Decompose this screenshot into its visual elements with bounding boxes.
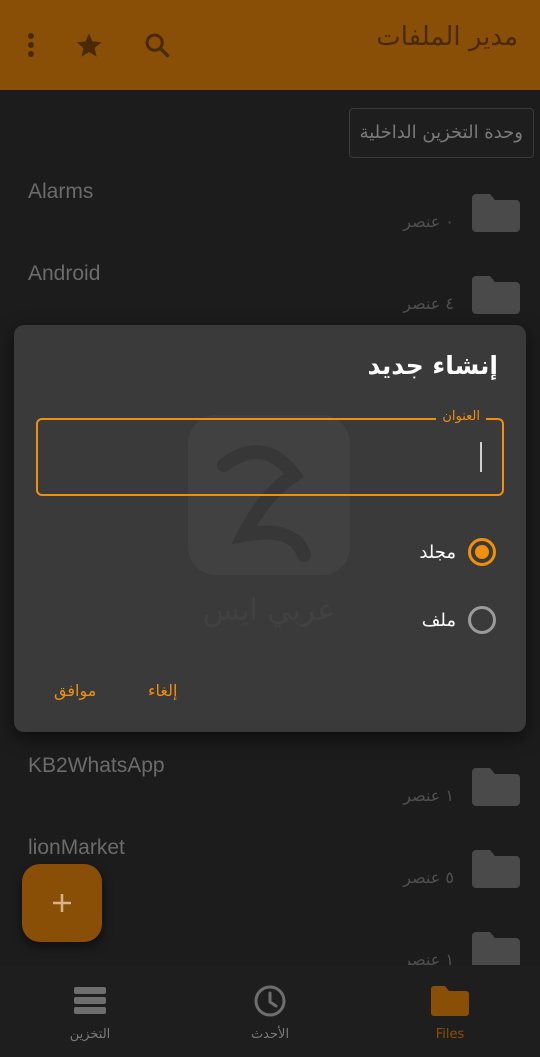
create-new-dialog: عربي ايس إنشاء جديد العنوان مجلد ملف موا… bbox=[14, 325, 526, 732]
radio-option-file[interactable]: ملف bbox=[422, 603, 496, 637]
cancel-button[interactable]: إلغاء bbox=[148, 681, 177, 700]
nav-label-files: Files bbox=[435, 1027, 465, 1042]
nav-item-storage[interactable]: التخزين bbox=[0, 965, 180, 1057]
folder-icon bbox=[472, 768, 520, 806]
list-item[interactable]: KB2WhatsApp ١ عنصر bbox=[0, 754, 540, 836]
app-title: مدير الملفات bbox=[376, 22, 518, 52]
breadcrumb[interactable]: وحدة التخزين الداخلية bbox=[348, 108, 534, 158]
search-icon[interactable] bbox=[140, 28, 174, 62]
item-count: ٠ عنصر bbox=[403, 212, 454, 231]
file-name: Android bbox=[28, 262, 101, 285]
bottom-navigation: التخزين الأحدث Files bbox=[0, 965, 540, 1057]
list-item[interactable]: Alarms ٠ عنصر bbox=[0, 180, 540, 262]
nav-item-files[interactable]: Files bbox=[360, 965, 540, 1057]
item-count: ٤ عنصر bbox=[403, 294, 454, 313]
more-vert-icon[interactable] bbox=[14, 28, 48, 62]
item-count: ١ عنصر bbox=[403, 786, 454, 805]
file-name: lionMarket bbox=[28, 836, 125, 859]
ok-button[interactable]: موافق bbox=[54, 681, 96, 700]
nav-item-recent[interactable]: الأحدث bbox=[180, 965, 360, 1057]
add-fab-button[interactable] bbox=[22, 864, 102, 942]
star-icon[interactable] bbox=[72, 28, 106, 62]
radio-option-folder[interactable]: مجلد bbox=[419, 535, 496, 569]
nav-label-storage: التخزين bbox=[69, 1027, 111, 1042]
folder-icon bbox=[472, 850, 520, 888]
file-name: KB2WhatsApp bbox=[28, 754, 165, 777]
radio-button-selected[interactable] bbox=[468, 538, 496, 566]
svg-text:عربي ايس: عربي ايس bbox=[203, 593, 335, 628]
plus-icon bbox=[53, 894, 71, 912]
file-name: Alarms bbox=[28, 180, 94, 203]
item-count: ٥ عنصر bbox=[403, 868, 454, 887]
text-caret bbox=[480, 442, 482, 472]
title-input-label: العنوان bbox=[436, 409, 486, 424]
clock-icon bbox=[250, 983, 290, 1019]
radio-label-folder: مجلد bbox=[419, 541, 456, 563]
title-input[interactable]: العنوان bbox=[36, 409, 504, 496]
app-bar: مدير الملفات bbox=[0, 0, 540, 90]
folder-icon bbox=[472, 194, 520, 232]
radio-label-file: ملف bbox=[421, 609, 456, 631]
radio-button[interactable] bbox=[468, 606, 496, 634]
storage-icon bbox=[70, 983, 110, 1019]
screen: مدير الملفات وحدة التخزين الداخلية Alarm… bbox=[0, 0, 540, 1057]
dialog-title: إنشاء جديد bbox=[367, 351, 498, 380]
folder-icon bbox=[430, 983, 470, 1019]
folder-icon bbox=[472, 276, 520, 314]
nav-label-recent: الأحدث bbox=[250, 1027, 290, 1042]
